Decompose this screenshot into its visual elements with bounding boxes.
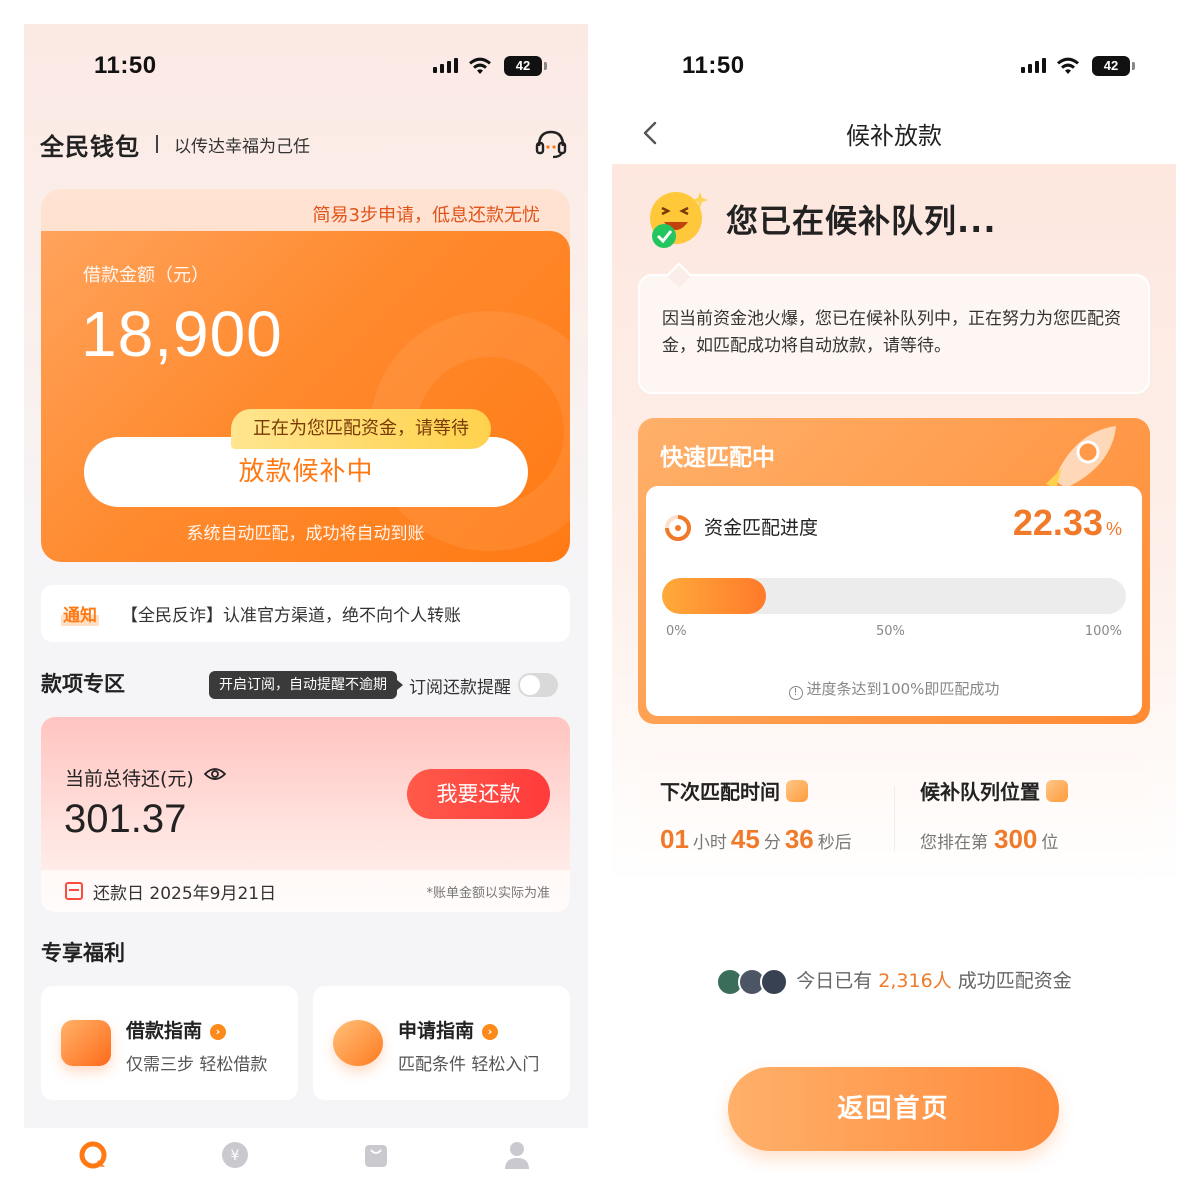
- benefit-card-apply-guide[interactable]: 申请指南 › 匹配条件 轻松入门: [313, 986, 570, 1100]
- matching-bubble: 正在为您匹配资金，请等待: [231, 409, 491, 449]
- repay-button[interactable]: 我要还款: [407, 769, 550, 819]
- subscribe-toggle[interactable]: [518, 673, 558, 697]
- subscribe-label: 订阅还款提醒: [409, 678, 511, 698]
- tab-bar: ¥: [24, 1128, 588, 1180]
- clock-icon: [786, 780, 808, 802]
- repay-card: 当前总待还(元) 301.37 我要还款 还款日 2025年9月21日 *账单金…: [41, 717, 570, 912]
- progress-value: 22.33%: [1012, 502, 1122, 543]
- customer-service-icon[interactable]: [534, 128, 568, 160]
- progress-label: 资金匹配进度: [704, 517, 819, 539]
- queue-position-title: 候补队列位置: [920, 776, 1068, 805]
- home-icon[interactable]: [78, 1140, 108, 1170]
- arrow-right-icon: ›: [482, 1023, 499, 1040]
- yuan-icon[interactable]: ¥: [220, 1140, 250, 1170]
- avatar: [760, 967, 789, 996]
- queue-title: 您已在候补队列...: [726, 202, 997, 240]
- next-match-countdown: 01 小时 45 分 36 秒后: [660, 824, 852, 854]
- waitlist-screen: 11:50 42 候补放款 您已在候补队列... 因当前资金池火爆，您已在候补队…: [612, 24, 1176, 1180]
- calendar-icon: [65, 882, 83, 900]
- rocket-icon: [1046, 426, 1116, 488]
- benefits-title: 专享福利: [41, 941, 125, 965]
- notice-badge: 通知: [61, 601, 99, 626]
- loan-amount-label: 借款金额（元）: [83, 265, 209, 286]
- status-time: 11:50: [94, 52, 157, 79]
- happy-emoji-icon: [650, 192, 708, 248]
- stats-card: 下次匹配时间 01 小时 45 分 36 秒后 候补队列位置 您排在第 300 位: [638, 750, 1150, 884]
- brand-name: 全民钱包: [40, 132, 140, 161]
- progress-track: [662, 578, 1126, 614]
- progress-card: 资金匹配进度 22.33% 0% 50% 100% ! 进度条达到100%即匹配成…: [646, 486, 1142, 716]
- subscribe-tooltip: 开启订阅，自动提醒不逾期: [209, 671, 403, 699]
- loan-tagline: 简易3步申请，低息还款无忧: [312, 205, 540, 226]
- people-icon: [1046, 780, 1068, 802]
- benefit-card-loan-guide[interactable]: 借款指南 › 仅需三步 轻松借款: [41, 986, 298, 1100]
- match-panel: 快速匹配中 资金匹配进度 22.33% 0% 50% 100% ! 进度条达到10…: [638, 418, 1150, 724]
- bag-icon[interactable]: [361, 1140, 391, 1170]
- wifi-icon: [469, 57, 491, 74]
- tick-label: 50%: [876, 624, 905, 639]
- wifi-icon: [1057, 57, 1079, 74]
- status-bar: 11:50 42: [612, 24, 1176, 104]
- benefit-title: 申请指南 ›: [398, 1016, 499, 1043]
- loan-footer-text: 系统自动匹配，成功将自动到账: [186, 524, 425, 544]
- home-screen: 11:50 42 全民钱包 以传达幸福为己任 简易3步申请，低息还款无忧 借款金…: [24, 24, 588, 1180]
- benefit-subtitle: 匹配条件 轻松入门: [398, 1055, 540, 1075]
- info-icon: !: [788, 686, 803, 700]
- repay-amount-label: 当前总待还(元): [65, 768, 194, 790]
- tick-label: 0%: [666, 624, 687, 639]
- stats-divider: [894, 786, 895, 852]
- social-proof: 今日已有 2,316人 成功匹配资金: [612, 966, 1176, 996]
- repay-note: *账单金额以实际为准: [426, 885, 550, 901]
- progress-fill: [662, 578, 766, 614]
- signal-icon: [1021, 58, 1046, 73]
- loan-card: 简易3步申请，低息还款无忧 借款金额（元） 18,900 正在为您匹配资金，请等…: [41, 189, 570, 562]
- battery-icon: 42: [504, 56, 547, 76]
- signal-icon: [433, 58, 458, 73]
- repay-section-title: 款项专区: [41, 672, 125, 696]
- apply-guide-icon: [333, 1020, 383, 1066]
- status-bar: 11:50 42: [24, 24, 588, 104]
- match-heading: 快速匹配中: [660, 445, 775, 471]
- return-home-button[interactable]: 返回首页: [728, 1067, 1059, 1151]
- benefit-subtitle: 仅需三步 轻松借款: [126, 1055, 268, 1075]
- notice-bar[interactable]: 通知 【全民反诈】认准官方渠道，绝不向个人转账: [41, 585, 570, 642]
- arrow-right-icon: ›: [210, 1023, 227, 1040]
- notice-text: 【全民反诈】认准官方渠道，绝不向个人转账: [121, 606, 461, 626]
- loan-card-body: 借款金额（元） 18,900 正在为您匹配资金，请等待 放款候补中 系统自动匹配…: [41, 231, 570, 562]
- repay-footer: 还款日 2025年9月21日 *账单金额以实际为准: [41, 870, 570, 912]
- brand-divider: [156, 135, 158, 153]
- eye-icon[interactable]: [204, 767, 226, 781]
- progress-ring-icon: [665, 515, 691, 541]
- repay-date: 还款日 2025年9月21日: [93, 883, 277, 904]
- battery-icon: 42: [1092, 56, 1135, 76]
- brand-header: 全民钱包 以传达幸福为己任: [40, 124, 572, 164]
- svg-text:¥: ¥: [231, 1148, 240, 1164]
- repay-amount: 301.37: [64, 797, 187, 841]
- loan-amount: 18,900: [81, 298, 283, 370]
- status-time: 11:50: [682, 52, 745, 79]
- queue-position: 您排在第 300 位: [920, 824, 1059, 854]
- page-title: 候补放款: [846, 122, 942, 150]
- tick-label: 100%: [1084, 624, 1122, 639]
- loan-guide-icon: [61, 1020, 111, 1066]
- progress-hint: ! 进度条达到100%即匹配成功: [646, 678, 1142, 700]
- user-icon[interactable]: [502, 1140, 532, 1170]
- info-box: 因当前资金池火爆，您已在候补队列中，正在努力为您匹配资金，如匹配成功将自动放款，…: [638, 274, 1150, 394]
- avatar-group: [716, 967, 789, 996]
- next-match-title: 下次匹配时间: [660, 776, 808, 805]
- benefit-title: 借款指南 ›: [126, 1016, 227, 1043]
- brand-slogan: 以传达幸福为己任: [174, 136, 310, 157]
